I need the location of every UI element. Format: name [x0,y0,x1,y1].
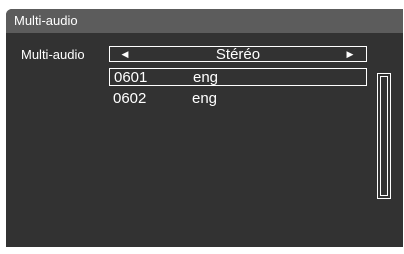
scrollbar-thumb[interactable] [380,76,388,196]
right-triangle-icon[interactable]: ▶ [343,48,357,61]
title-bar: Multi-audio [6,9,403,33]
track-list-scrollbar[interactable] [377,73,391,199]
track-pid: 0601 [114,69,148,86]
track-language: eng [193,69,219,86]
track-language: eng [192,90,218,107]
multi-audio-panel: Multi-audio Multi-audio ◀ Stéréo ▶ 0601 … [6,9,403,247]
audio-mode-value: Stéréo [215,46,261,63]
audio-track-item[interactable]: 0602 eng [109,90,367,108]
track-pid: 0602 [113,90,147,107]
multi-audio-selector[interactable]: ◀ Stéréo ▶ [109,46,367,63]
panel-title: Multi-audio [14,13,78,28]
multi-audio-label: Multi-audio [21,47,85,62]
audio-track-item[interactable]: 0601 eng [109,68,367,86]
